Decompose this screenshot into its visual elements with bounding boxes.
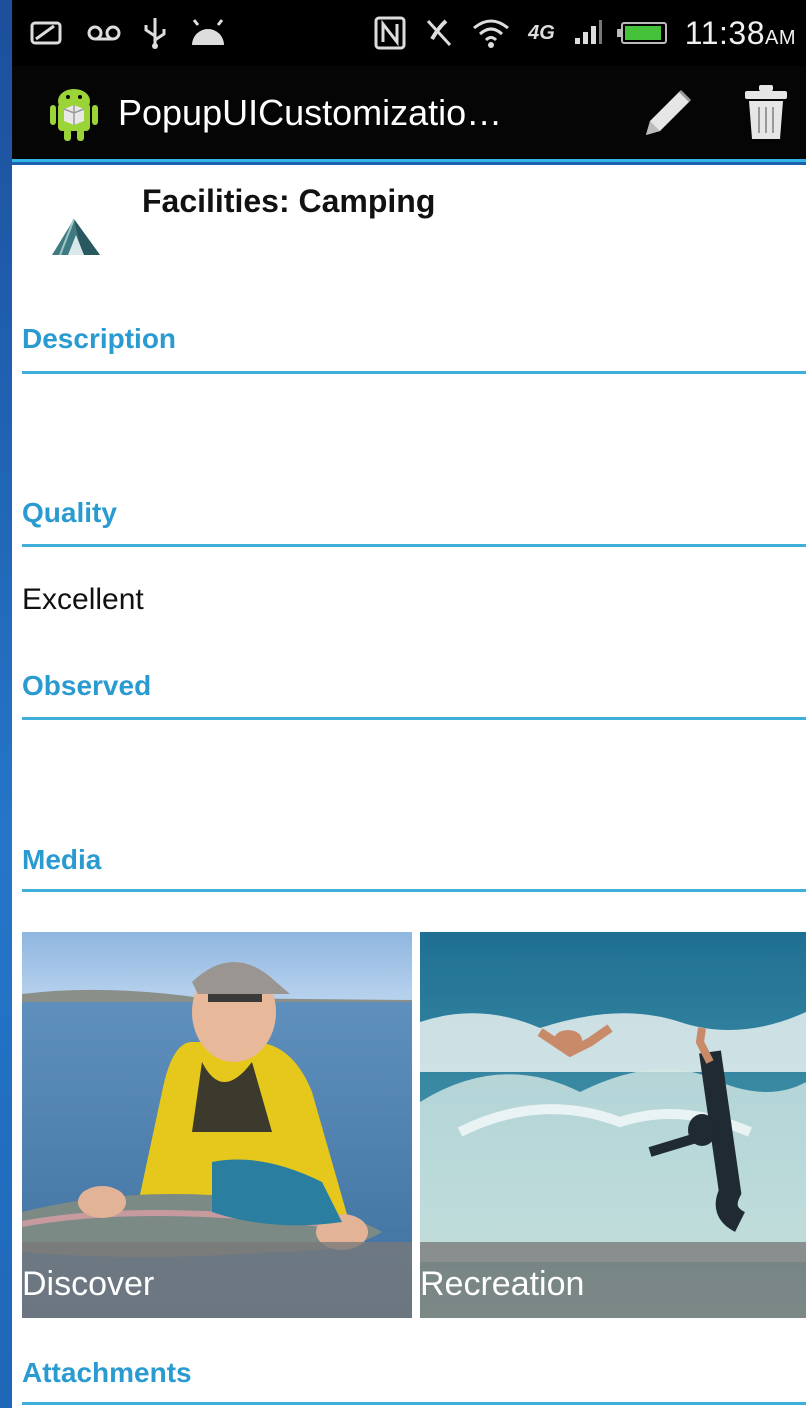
nfc-icon bbox=[374, 16, 406, 50]
usb-icon bbox=[142, 16, 168, 50]
tent-icon bbox=[52, 218, 100, 256]
media-label: Media bbox=[22, 844, 102, 875]
android-app-icon[interactable] bbox=[42, 81, 106, 145]
attachments-divider bbox=[22, 1402, 806, 1405]
quality-value: Excellent bbox=[22, 583, 144, 616]
voicemail-icon bbox=[30, 20, 66, 46]
attachments-label: Attachments bbox=[22, 1357, 192, 1388]
status-clock: 11:38AM bbox=[684, 14, 796, 51]
description-label: Description bbox=[22, 323, 177, 354]
app-title: PopupUICustomizatio… bbox=[118, 91, 503, 133]
quality-divider bbox=[22, 544, 806, 547]
delete-trash-icon bbox=[745, 84, 787, 139]
battery-icon bbox=[616, 22, 667, 44]
media-tile-discover[interactable]: Discover bbox=[22, 932, 412, 1318]
signal-icon bbox=[573, 20, 603, 46]
edit-pencil-icon bbox=[646, 89, 692, 135]
media-caption-recreation: Recreation bbox=[420, 1265, 585, 1303]
voicemail-tape-icon bbox=[86, 23, 122, 43]
delete-button[interactable] bbox=[726, 73, 806, 153]
media-divider bbox=[22, 889, 806, 892]
edit-button[interactable] bbox=[628, 73, 708, 153]
quality-label: Quality bbox=[22, 497, 117, 528]
popup-title: Facilities: Camping bbox=[142, 183, 436, 219]
media-caption-discover: Discover bbox=[22, 1265, 155, 1303]
wifi-icon bbox=[472, 18, 510, 48]
mute-icon bbox=[424, 17, 454, 49]
description-divider bbox=[22, 371, 806, 374]
observed-divider bbox=[22, 717, 806, 720]
action-bar: PopupUICustomizatio… bbox=[12, 66, 806, 162]
media-tile-recreation[interactable]: Recreation bbox=[420, 932, 806, 1318]
popup-header: Facilities: Camping bbox=[12, 165, 806, 275]
status-bar: 4G 11:38AM bbox=[12, 0, 806, 66]
observed-label: Observed bbox=[22, 670, 152, 701]
4g-icon: 4G bbox=[528, 22, 555, 44]
android-debug-icon bbox=[188, 19, 228, 47]
device-frame-edge bbox=[0, 0, 12, 1408]
popup-content[interactable]: Facilities: Camping Description Quality … bbox=[12, 165, 806, 1408]
